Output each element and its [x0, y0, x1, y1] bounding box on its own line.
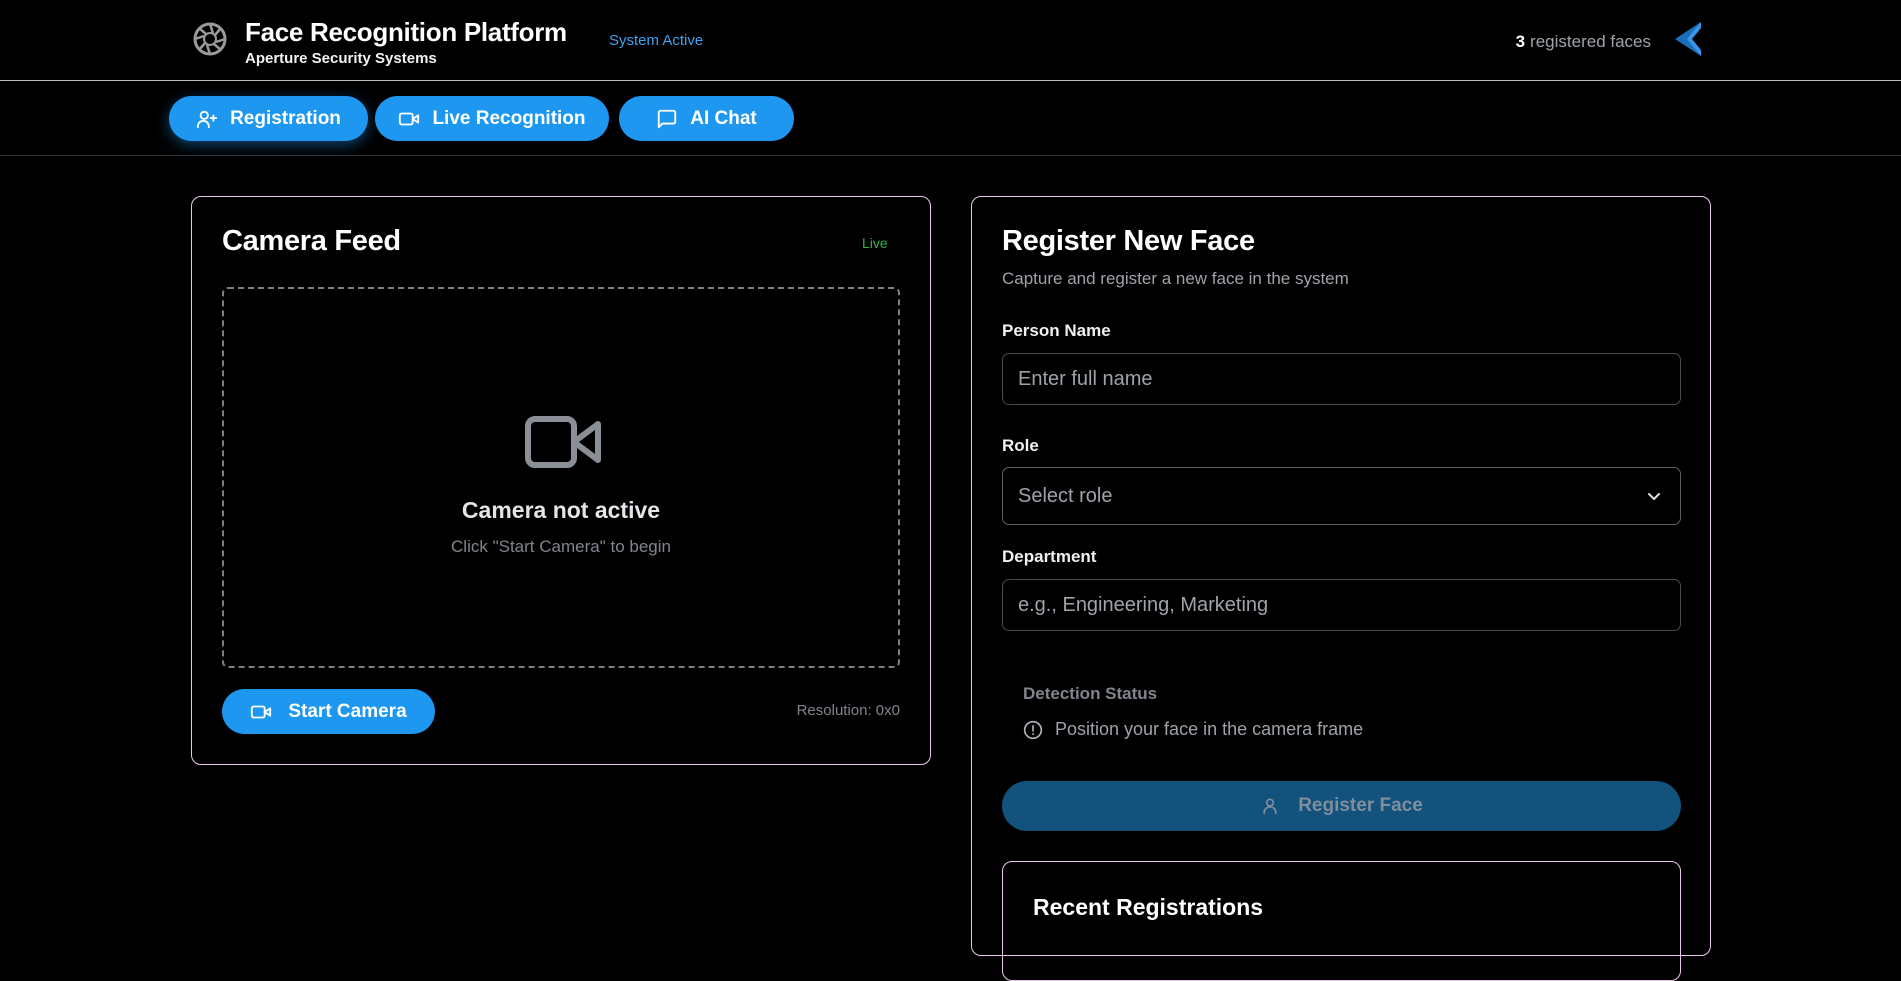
tab-live-recognition-label: Live Recognition	[432, 107, 586, 129]
detection-message-text: Position your face in the camera frame	[1055, 719, 1364, 739]
tab-ai-chat-label: AI Chat	[690, 107, 757, 129]
user-plus-icon	[196, 110, 218, 128]
app-title: Face Recognition Platform	[245, 17, 567, 47]
detection-status-title: Detection Status	[1023, 684, 1158, 703]
app-subtitle: Aperture Security Systems	[245, 50, 437, 67]
role-select[interactable]: Select role	[1002, 467, 1681, 525]
system-status-badge: System Active	[609, 32, 704, 49]
user-icon	[1263, 798, 1277, 815]
video-icon	[399, 112, 420, 125]
registered-faces-count: 3 registered faces	[1516, 32, 1651, 52]
register-subtitle: Capture and register a new face in the s…	[1002, 269, 1349, 288]
tab-bar: Registration Live Recognition AI Chat	[0, 81, 1901, 156]
start-camera-button[interactable]: Start Camera	[222, 689, 435, 734]
brand-logo-icon	[1675, 22, 1701, 56]
live-badge: Live	[862, 235, 888, 251]
register-title: Register New Face	[1002, 225, 1255, 257]
detection-status-message: Position your face in the camera frame	[1023, 719, 1363, 740]
tab-registration-label: Registration	[230, 107, 341, 129]
registered-count-label: registered faces	[1530, 32, 1651, 51]
start-camera-label: Start Camera	[288, 700, 407, 722]
tab-ai-chat[interactable]: AI Chat	[619, 96, 794, 141]
video-icon	[251, 705, 272, 718]
tab-registration[interactable]: Registration	[169, 96, 368, 141]
chevron-down-icon	[1648, 493, 1660, 500]
department-input[interactable]	[1002, 579, 1681, 631]
camera-feed-title: Camera Feed	[222, 225, 401, 257]
register-face-card: Register New Face Capture and register a…	[971, 196, 1711, 981]
message-icon	[658, 109, 677, 128]
recent-registrations-title: Recent Registrations	[1033, 894, 1264, 920]
registered-count-number: 3	[1515, 32, 1526, 51]
app-header: Face Recognition Platform Aperture Secur…	[0, 0, 1901, 81]
camera-feed-card: Camera Feed Live Camera not active Click…	[191, 196, 931, 765]
register-face-label: Register Face	[1298, 795, 1423, 816]
person-name-input[interactable]	[1002, 353, 1681, 405]
tab-live-recognition[interactable]: Live Recognition	[375, 96, 609, 141]
camera-placeholder-icon	[525, 416, 601, 468]
department-label: Department	[1002, 547, 1097, 566]
resolution-readout: Resolution: 0x0	[796, 702, 900, 719]
role-label: Role	[1002, 436, 1039, 455]
camera-inactive-title: Camera not active	[461, 497, 661, 523]
camera-inactive-hint: Click "Start Camera" to begin	[451, 537, 671, 556]
recent-registrations-card: Recent Registrations	[1002, 861, 1681, 981]
info-icon	[1023, 720, 1043, 739]
camera-preview: Camera not active Click "Start Camera" t…	[222, 287, 900, 668]
aperture-logo-icon	[193, 22, 227, 56]
register-face-button[interactable]: Register Face	[1002, 781, 1681, 831]
role-select-value: Select role	[1018, 484, 1113, 507]
person-name-label: Person Name	[1002, 321, 1111, 340]
